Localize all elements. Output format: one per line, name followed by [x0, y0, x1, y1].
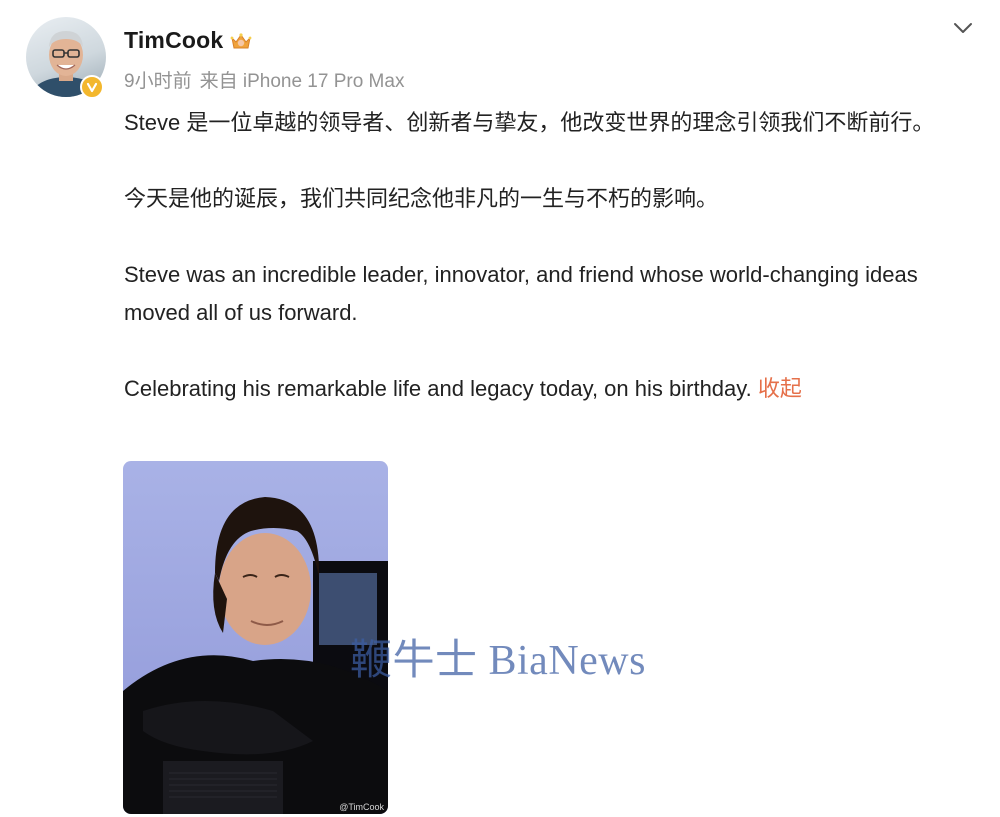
- image-credit: @TimCook: [339, 802, 384, 812]
- post-time: 9小时前: [124, 71, 192, 92]
- post-content: Steve 是一位卓越的领导者、创新者与挚友，他改变世界的理念引领我们不断前行。…: [124, 104, 974, 408]
- username-row: TimCook: [124, 27, 253, 54]
- watermark: 鞭牛士 BiaNews: [350, 638, 646, 684]
- collapse-link[interactable]: 收起: [758, 376, 802, 401]
- avatar[interactable]: [26, 17, 106, 99]
- paragraph-4-text: Celebrating his remarkable life and lega…: [124, 376, 752, 401]
- paragraph-2: 今天是他的诞辰，我们共同纪念他非凡的一生与不朽的影响。: [124, 186, 719, 211]
- paragraph-4: Celebrating his remarkable life and lega…: [124, 370, 974, 408]
- paragraph-1: Steve 是一位卓越的领导者、创新者与挚友，他改变世界的理念引领我们不断前行。: [124, 110, 935, 135]
- post-source: 来自 iPhone 17 Pro Max: [199, 71, 405, 92]
- verified-badge-icon: [80, 75, 104, 99]
- post-meta: 9小时前 来自 iPhone 17 Pro Max: [124, 66, 404, 93]
- username[interactable]: TimCook: [124, 27, 223, 54]
- paragraph-3: Steve was an incredible leader, innovato…: [124, 262, 918, 325]
- crown-icon[interactable]: [229, 30, 253, 52]
- chevron-down-icon[interactable]: [952, 20, 974, 36]
- post-image[interactable]: @TimCook: [123, 461, 388, 814]
